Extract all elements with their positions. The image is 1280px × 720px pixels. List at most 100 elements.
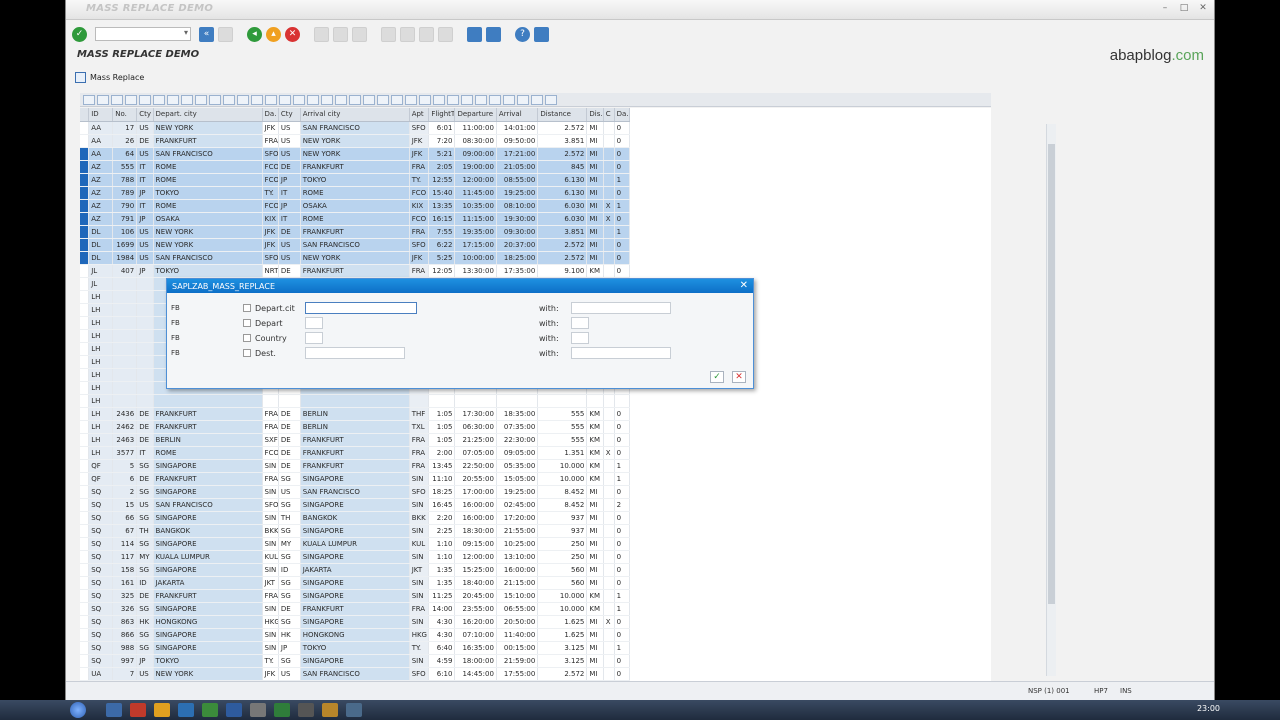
table-cell[interactable]: LH [88, 420, 114, 434]
table-row[interactable]: UA 7 US NEW YORK JFK US SAN FRANCISCO SFO 6:10 14… [80, 667, 631, 681]
table-cell[interactable]: ROME [153, 199, 263, 213]
table-cell[interactable]: 326 [112, 602, 138, 616]
table-cell[interactable] [112, 355, 138, 369]
table-cell[interactable] [603, 238, 615, 252]
table-cell[interactable]: HKG [262, 615, 279, 629]
table-cell[interactable]: TY. [262, 654, 279, 668]
table-cell[interactable]: IT [136, 173, 154, 187]
table-cell[interactable]: 8.452 [537, 485, 588, 499]
table-cell[interactable]: SQ [88, 628, 114, 642]
table-cell[interactable]: 1 [614, 459, 631, 473]
table-cell[interactable]: BKK [262, 524, 279, 538]
table-cell[interactable]: FRA [262, 407, 279, 421]
table-cell[interactable]: SQ [88, 576, 114, 590]
row-selector[interactable] [80, 394, 90, 408]
table-cell[interactable]: KUALA LUMPUR [300, 537, 410, 551]
table-cell[interactable]: 9.100 [537, 264, 588, 278]
table-cell[interactable]: LH [88, 433, 114, 447]
table-cell[interactable]: 10:35:00 [454, 199, 497, 213]
alv-tool-icon[interactable] [419, 94, 431, 105]
rewind-icon[interactable]: « [199, 26, 214, 42]
table-cell[interactable]: KM [586, 446, 604, 460]
table-cell[interactable]: SIN [409, 472, 430, 486]
table-cell[interactable] [603, 173, 615, 187]
table-cell[interactable]: SINGAPORE [153, 628, 263, 642]
table-cell[interactable]: SIN [262, 563, 279, 577]
table-cell[interactable]: 866 [112, 628, 138, 642]
table-cell[interactable]: DE [136, 407, 154, 421]
table-cell[interactable]: SG [278, 498, 301, 512]
table-row[interactable]: SQ 117 MY KUALA LUMPUR KUL SG SINGAPORE SIN 1:10… [80, 550, 631, 564]
table-cell[interactable]: TOKYO [153, 186, 263, 200]
table-cell[interactable]: NEW YORK [153, 238, 263, 252]
alv-tool-icon[interactable] [489, 94, 501, 105]
table-cell[interactable] [603, 667, 615, 681]
table-cell[interactable]: 117 [112, 550, 138, 564]
table-cell[interactable]: 15:05:00 [496, 472, 539, 486]
table-cell[interactable]: 12:05 [428, 264, 456, 278]
table-cell[interactable]: BERLIN [300, 407, 410, 421]
table-cell[interactable]: US [136, 498, 154, 512]
column-header[interactable]: No. [112, 108, 138, 122]
table-cell[interactable]: 1:05 [428, 433, 456, 447]
table-cell[interactable]: 1 [614, 641, 631, 655]
dialog-cancel-button[interactable]: ✕ [732, 371, 746, 383]
table-cell[interactable] [136, 303, 154, 317]
table-cell[interactable]: 0 [614, 563, 631, 577]
table-cell[interactable]: 19:35:00 [454, 225, 497, 239]
table-cell[interactable]: JFK [262, 238, 279, 252]
table-cell[interactable]: TOKYO [300, 641, 410, 655]
table-cell[interactable]: MI [586, 654, 604, 668]
table-cell[interactable]: SINGAPORE [153, 563, 263, 577]
table-cell[interactable]: 1 [614, 589, 631, 603]
table-cell[interactable]: SIN [409, 576, 430, 590]
table-row[interactable]: SQ 997 JP TOKYO TY. SG SINGAPORE SIN 4:59 18:00:0… [80, 654, 631, 668]
table-cell[interactable]: 21:59:00 [496, 654, 539, 668]
table-cell[interactable]: 1:10 [428, 550, 456, 564]
table-cell[interactable]: FRANKFURT [153, 407, 263, 421]
table-cell[interactable]: SG [278, 524, 301, 538]
alv-tool-icon[interactable] [545, 94, 557, 105]
table-cell[interactable]: TXL [409, 420, 430, 434]
table-cell[interactable]: SG [136, 537, 154, 551]
row-selector[interactable] [80, 654, 90, 668]
table-cell[interactable]: 19:25:00 [496, 186, 539, 200]
column-header[interactable]: Departure [454, 108, 497, 122]
row-selector[interactable] [80, 264, 90, 278]
alv-tool-icon[interactable] [223, 94, 235, 105]
alv-tool-icon[interactable] [279, 94, 291, 105]
table-cell[interactable] [603, 498, 615, 512]
table-cell[interactable]: 22:30:00 [496, 433, 539, 447]
table-cell[interactable]: 10.000 [537, 589, 588, 603]
table-row[interactable]: AA 17 US NEW YORK JFK US SAN FRANCISCO SFO 6:01 1… [80, 121, 631, 135]
table-cell[interactable]: HK [136, 615, 154, 629]
table-cell[interactable]: AA [88, 121, 114, 135]
dest-input[interactable] [305, 347, 405, 359]
depart-checkbox[interactable] [243, 319, 251, 327]
table-cell[interactable]: MI [586, 641, 604, 655]
table-cell[interactable]: 789 [112, 186, 138, 200]
table-cell[interactable]: MI [586, 199, 604, 213]
alv-tool-icon[interactable] [391, 94, 403, 105]
table-cell[interactable]: 10.000 [537, 459, 588, 473]
table-cell[interactable]: JFK [262, 121, 279, 135]
table-cell[interactable]: 12:00:00 [454, 173, 497, 187]
table-cell[interactable]: 64 [112, 147, 138, 161]
table-cell[interactable]: 0 [614, 654, 631, 668]
row-selector[interactable] [80, 511, 90, 525]
table-cell[interactable]: 15:10:00 [496, 589, 539, 603]
table-cell[interactable]: SQ [88, 602, 114, 616]
table-cell[interactable]: FRANKFURT [153, 420, 263, 434]
table-cell[interactable]: 7:20 [428, 134, 456, 148]
table-cell[interactable]: SIN [409, 654, 430, 668]
table-cell[interactable]: 15:25:00 [454, 563, 497, 577]
table-cell[interactable]: FCO [409, 212, 430, 226]
table-cell[interactable]: 1:05 [428, 407, 456, 421]
table-cell[interactable]: 3577 [112, 446, 138, 460]
table-cell[interactable]: 2.572 [537, 238, 588, 252]
table-cell[interactable]: 7:55 [428, 225, 456, 239]
alv-tool-icon[interactable] [237, 94, 249, 105]
back-icon[interactable]: ◂ [247, 26, 262, 42]
table-cell[interactable]: 6.130 [537, 186, 588, 200]
table-cell[interactable]: 21:05:00 [496, 160, 539, 174]
